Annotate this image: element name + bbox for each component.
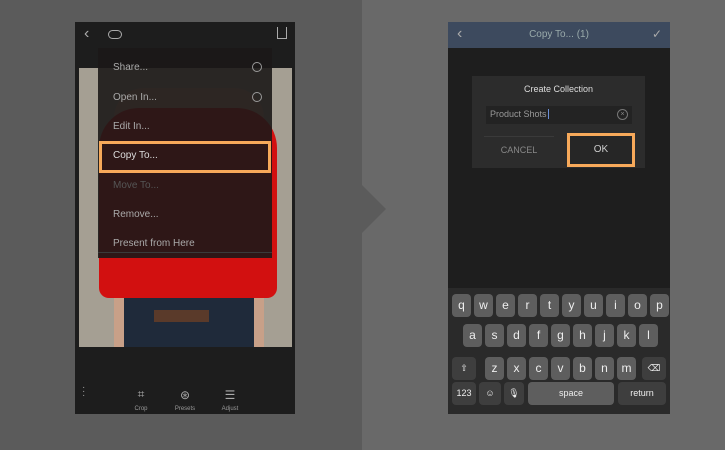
key-r[interactable]: r xyxy=(518,294,537,317)
key-t[interactable]: t xyxy=(540,294,559,317)
clear-icon[interactable]: × xyxy=(617,109,628,120)
menu-item-open-in[interactable]: Open In... xyxy=(113,92,157,103)
key-n[interactable]: n xyxy=(595,357,614,380)
back-icon[interactable]: ‹ xyxy=(84,25,89,43)
highlight-box xyxy=(99,141,271,173)
key-i[interactable]: i xyxy=(606,294,625,317)
key-e[interactable]: e xyxy=(496,294,515,317)
key-w[interactable]: w xyxy=(474,294,493,317)
cancel-button[interactable]: CANCEL xyxy=(484,136,554,162)
key-b[interactable]: b xyxy=(573,357,592,380)
adjust-icon: ☰ xyxy=(224,388,236,402)
key-v[interactable]: v xyxy=(551,357,570,380)
key-x[interactable]: x xyxy=(507,357,526,380)
left-phone-screen: ‹ Share... Open In... Edit In... Copy To… xyxy=(75,22,295,414)
right-phone-screen: ‹ Copy To... (1) ✓ Create Collection Pro… xyxy=(448,22,670,414)
step-arrow-icon xyxy=(362,185,386,233)
more-icon[interactable]: · · · xyxy=(82,383,85,401)
gear-icon[interactable] xyxy=(252,62,262,72)
microphone-key[interactable]: 🎙 xyxy=(504,382,524,405)
menu-divider xyxy=(98,252,272,253)
key-j[interactable]: j xyxy=(595,324,614,347)
checkmark-icon[interactable]: ✓ xyxy=(652,27,662,41)
adjust-button[interactable]: ☰ Adjust xyxy=(215,388,245,412)
presets-button[interactable]: ⊛ Presets xyxy=(170,388,200,412)
key-c[interactable]: c xyxy=(529,357,548,380)
shift-key[interactable]: ⇧ xyxy=(452,357,476,380)
return-key[interactable]: return xyxy=(618,382,666,405)
menu-item-present[interactable]: Present from Here xyxy=(113,238,195,249)
key-k[interactable]: k xyxy=(617,324,636,347)
key-q[interactable]: q xyxy=(452,294,471,317)
key-o[interactable]: o xyxy=(628,294,647,317)
crop-icon: ⌗ xyxy=(137,387,145,401)
key-h[interactable]: h xyxy=(573,324,592,347)
space-key[interactable]: space xyxy=(528,382,614,405)
menu-item-edit-in[interactable]: Edit In... xyxy=(113,121,150,132)
crop-button[interactable]: ⌗ Crop xyxy=(126,387,156,412)
key-a[interactable]: a xyxy=(463,324,482,347)
gear-icon[interactable] xyxy=(252,92,262,102)
backspace-key[interactable]: ⌫ xyxy=(642,357,666,380)
top-bar: ‹ xyxy=(75,22,295,48)
menu-item-share[interactable]: Share... xyxy=(113,62,148,73)
emoji-key[interactable]: ☺ xyxy=(479,382,501,405)
keyboard: 123 ☺ 🎙 space return ⇧ ⌫ qwertyuiop asdfg… xyxy=(448,288,670,414)
header-title: Copy To... (1) xyxy=(529,29,589,40)
key-p[interactable]: p xyxy=(650,294,669,317)
key-f[interactable]: f xyxy=(529,324,548,347)
key-u[interactable]: u xyxy=(584,294,603,317)
numbers-key[interactable]: 123 xyxy=(452,382,476,405)
key-m[interactable]: m xyxy=(617,357,636,380)
menu-item-move-to: Move To... xyxy=(113,180,159,191)
menu-item-remove[interactable]: Remove... xyxy=(113,209,159,220)
dialog-title: Create Collection xyxy=(523,84,594,94)
key-s[interactable]: s xyxy=(485,324,504,347)
share-icon[interactable] xyxy=(277,27,287,39)
key-g[interactable]: g xyxy=(551,324,570,347)
collection-name-input[interactable]: Product Shots × xyxy=(486,106,632,124)
cloud-icon[interactable] xyxy=(108,30,122,39)
presets-icon: ⊛ xyxy=(179,388,191,402)
header: ‹ Copy To... (1) ✓ xyxy=(448,22,670,48)
key-z[interactable]: z xyxy=(485,357,504,380)
key-y[interactable]: y xyxy=(562,294,581,317)
key-l[interactable]: l xyxy=(639,324,658,347)
ok-button[interactable]: OK xyxy=(567,133,635,167)
key-d[interactable]: d xyxy=(507,324,526,347)
